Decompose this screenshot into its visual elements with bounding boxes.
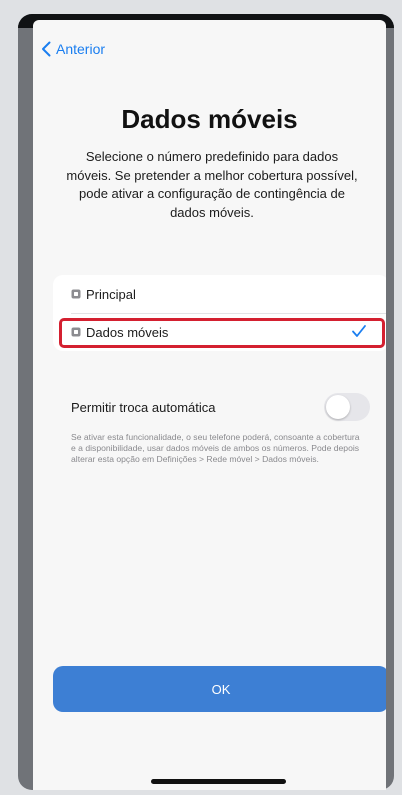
page-title: Dados móveis xyxy=(121,104,298,134)
back-label: Anterior xyxy=(56,41,106,57)
back-button[interactable]: Anterior xyxy=(41,41,105,57)
auto-switch-footnote: Se ativar esta funcionalidade, o seu tel… xyxy=(71,432,360,464)
toggle-knob xyxy=(326,395,350,419)
ok-button[interactable]: OK xyxy=(53,666,386,712)
option-principal[interactable]: Principal xyxy=(53,275,386,313)
sim-card-icon xyxy=(71,289,81,299)
page-description: Selecione o número predefinido para dado… xyxy=(66,149,358,220)
home-indicator[interactable] xyxy=(151,779,286,784)
selection-highlight-box xyxy=(59,318,385,348)
chevron-left-icon xyxy=(42,41,51,57)
auto-switch-toggle[interactable] xyxy=(324,393,370,421)
auto-switch-label: Permitir troca automática xyxy=(71,400,216,415)
option-label: Principal xyxy=(86,286,136,302)
phone-screen: Anterior Dados móveis Selecione o número… xyxy=(33,20,386,790)
